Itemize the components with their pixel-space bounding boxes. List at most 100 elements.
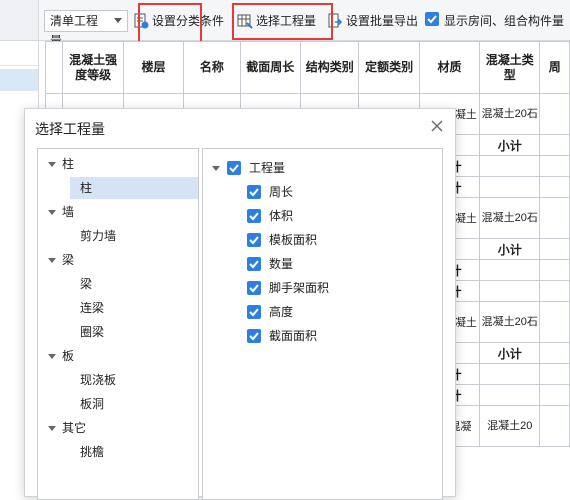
table-cell[interactable]: 混凝土20石 xyxy=(479,197,541,239)
table-cell[interactable] xyxy=(479,363,541,385)
batch-export-label: 设置批量导出 xyxy=(346,14,419,28)
table-cell[interactable]: 混凝土20石 xyxy=(479,301,541,343)
component-tree: 柱柱墙剪力墙梁梁连梁 圈梁板现浇板 板洞 其它 挑檐 xyxy=(37,148,199,500)
chevron-down-icon[interactable] xyxy=(48,426,56,431)
table-cell[interactable] xyxy=(479,384,541,406)
table-cell[interactable] xyxy=(539,342,570,364)
table-cell[interactable] xyxy=(539,155,570,177)
checkbox[interactable] xyxy=(247,233,261,247)
chevron-down-icon[interactable] xyxy=(212,166,220,171)
table-cell[interactable] xyxy=(539,384,570,406)
chevron-down-icon xyxy=(114,18,122,23)
tree-node-quantity[interactable]: 模板面积 xyxy=(247,229,427,251)
column-header[interactable]: 截面周长 xyxy=(239,41,301,94)
checkmark-icon xyxy=(229,164,239,173)
tree-node-quantity[interactable]: 体积 xyxy=(247,205,427,227)
column-header[interactable]: 结构类别 xyxy=(299,41,360,94)
tree-node-label: 模板面积 xyxy=(269,233,318,247)
table-cell[interactable] xyxy=(539,134,570,156)
chevron-down-icon[interactable] xyxy=(48,258,56,263)
checkbox[interactable] xyxy=(247,257,261,271)
table-cell[interactable] xyxy=(479,280,541,302)
tree-node-label: 墙 xyxy=(62,205,75,219)
tree-node-group[interactable]: 其它 xyxy=(48,417,188,439)
column-header[interactable]: 混凝土强度等级 xyxy=(62,41,124,94)
tree-node-label: 截面面积 xyxy=(269,329,318,343)
checkbox[interactable] xyxy=(247,185,261,199)
checkmark-icon xyxy=(249,308,259,317)
left-pane-selected-row[interactable] xyxy=(0,69,38,91)
tree-node-label: 板 xyxy=(62,349,75,363)
checkmark-icon xyxy=(249,332,259,341)
tree-node-quantity[interactable]: 高度 xyxy=(247,301,427,323)
table-cell[interactable]: 小计 xyxy=(479,342,541,364)
tree-node-item[interactable]: 圈梁 xyxy=(70,321,198,343)
tree-node-item[interactable]: 挑檐 xyxy=(70,441,198,463)
tree-node-group[interactable]: 柱 xyxy=(48,153,188,175)
left-pane-row xyxy=(0,41,38,66)
toolbar: 清单工程量 设置分类条件 选择工程量 设置批量导出 xyxy=(0,0,570,53)
tree-node-label: 周长 xyxy=(269,185,294,199)
table-cell[interactable]: 混凝土20 xyxy=(479,405,541,447)
checkbox[interactable] xyxy=(247,305,261,319)
column-header[interactable]: 名称 xyxy=(183,41,241,94)
table-cell[interactable] xyxy=(539,93,570,135)
column-header[interactable]: 材质 xyxy=(418,41,481,94)
table-cell[interactable] xyxy=(539,197,570,239)
checkmark-icon xyxy=(249,260,259,269)
checkbox[interactable] xyxy=(227,161,241,175)
tree-node-item[interactable]: 剪力墙 xyxy=(70,225,198,247)
checkmark-icon xyxy=(427,15,437,24)
batch-export-button[interactable]: 设置批量导出 xyxy=(327,10,422,32)
column-header[interactable]: 混凝土类型 xyxy=(479,41,541,94)
tree-node-label: 脚手架面积 xyxy=(269,281,330,295)
tree-node-quantity[interactable]: 脚手架面积 xyxy=(247,277,427,299)
table-cell[interactable] xyxy=(479,259,541,281)
close-icon[interactable] xyxy=(429,118,445,134)
tree-node-group[interactable]: 梁 xyxy=(48,249,188,271)
tree-node-quantity[interactable]: 截面面积 xyxy=(247,325,427,347)
table-cell[interactable]: 小计 xyxy=(479,134,541,156)
table-cell[interactable] xyxy=(479,176,541,198)
checkbox[interactable] xyxy=(247,329,261,343)
tree-node-item[interactable]: 柱 xyxy=(70,177,198,199)
column-header[interactable]: 楼层 xyxy=(122,41,185,94)
chevron-down-icon[interactable] xyxy=(48,210,56,215)
chevron-down-icon[interactable] xyxy=(48,162,56,167)
dialog-title: 选择工程量 xyxy=(35,121,105,137)
select-quantity-dialog: 选择工程量 柱柱墙剪力墙梁梁连梁 圈梁板现浇板 板洞 其它 挑檐 工程量 周长 体积 模板面… xyxy=(24,108,456,500)
tree-node-item[interactable]: 梁 xyxy=(70,273,198,295)
tree-node-group[interactable]: 墙 xyxy=(48,201,188,223)
table-cell[interactable] xyxy=(539,238,570,260)
tree-node-item[interactable]: 连梁 xyxy=(70,297,198,319)
table-cell[interactable] xyxy=(539,176,570,198)
column-header[interactable]: 周 xyxy=(539,41,570,94)
table-cell[interactable] xyxy=(539,301,570,343)
tree-node-label: 柱 xyxy=(62,157,75,171)
table-cell[interactable]: 小计 xyxy=(479,238,541,260)
tree-node-quantity-root[interactable]: 工程量 xyxy=(212,157,412,179)
tree-node-group[interactable]: 板 xyxy=(48,345,188,367)
chevron-down-icon[interactable] xyxy=(48,354,56,359)
quantity-tree: 工程量 周长体积模板面积数量脚手架面积高度截面面积 xyxy=(202,148,443,500)
table-cell[interactable] xyxy=(539,405,570,447)
quantity-type-dropdown[interactable]: 清单工程量 xyxy=(44,10,128,48)
tree-node-item[interactable]: 板洞 xyxy=(70,393,198,415)
tree-node-label: 高度 xyxy=(269,305,294,319)
column-header[interactable]: 定额类别 xyxy=(358,41,420,94)
table-cell[interactable]: 混凝土20石 xyxy=(479,93,541,135)
tree-node-quantity[interactable]: 周长 xyxy=(247,181,427,203)
show-room-checkbox[interactable] xyxy=(425,12,439,26)
table-cell[interactable] xyxy=(539,363,570,385)
checkbox[interactable] xyxy=(247,281,261,295)
table-cell[interactable] xyxy=(539,280,570,302)
row-header-corner xyxy=(44,41,64,94)
table-cell[interactable] xyxy=(539,259,570,281)
checkbox[interactable] xyxy=(247,209,261,223)
tree-node-quantity[interactable]: 数量 xyxy=(247,253,427,275)
tree-node-label: 体积 xyxy=(269,209,294,223)
tree-node-label: 梁 xyxy=(62,253,75,267)
tree-node-item[interactable]: 现浇板 xyxy=(70,369,198,391)
table-cell[interactable] xyxy=(479,155,541,177)
checkmark-icon xyxy=(249,236,259,245)
